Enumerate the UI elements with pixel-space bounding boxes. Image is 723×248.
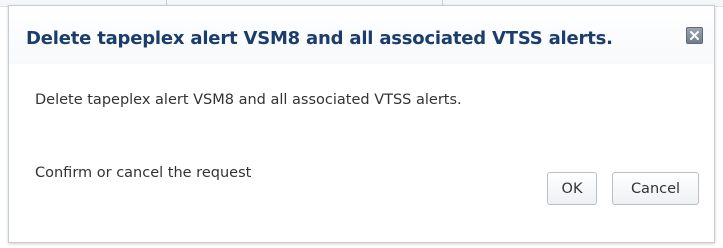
dialog-message: Delete tapeplex alert VSM8 and all assoc…	[35, 92, 462, 108]
dialog-body: Delete tapeplex alert VSM8 and all assoc…	[9, 64, 714, 242]
cancel-button[interactable]: Cancel	[612, 172, 699, 205]
dialog-title: Delete tapeplex alert VSM8 and all assoc…	[26, 28, 613, 49]
delete-alert-dialog: Delete tapeplex alert VSM8 and all assoc…	[8, 5, 715, 243]
ok-button[interactable]: OK	[547, 172, 597, 205]
close-button[interactable]	[686, 27, 703, 44]
dialog-prompt: Confirm or cancel the request	[35, 165, 252, 181]
dialog-header: Delete tapeplex alert VSM8 and all assoc…	[9, 6, 714, 64]
close-icon	[689, 30, 700, 41]
